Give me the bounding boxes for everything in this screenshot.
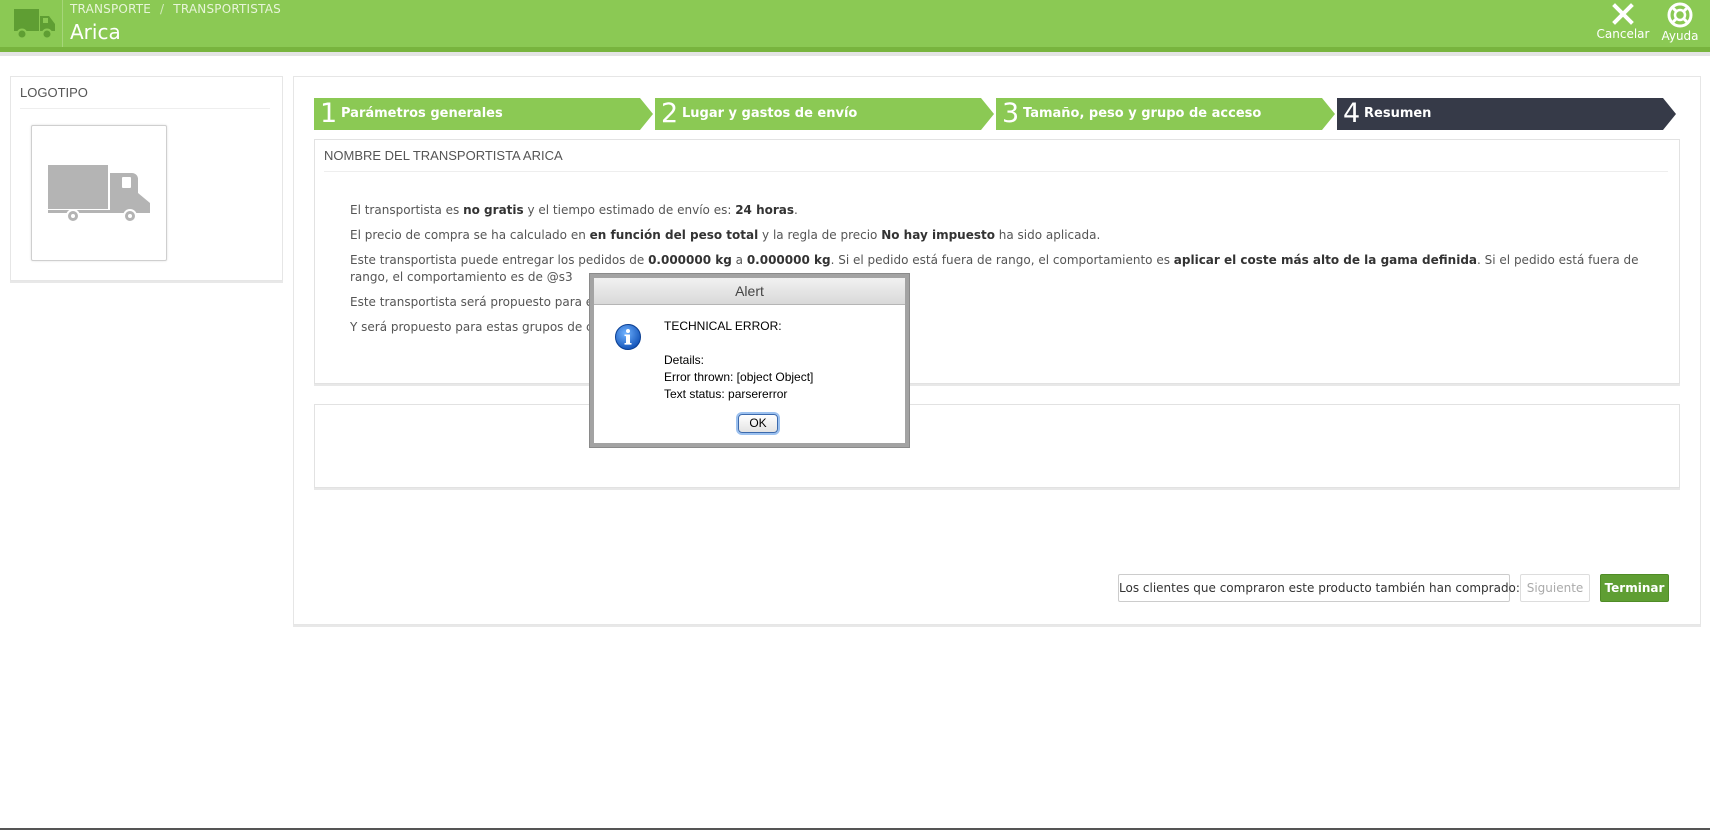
- alert-line: Text status: parsererror: [664, 387, 788, 401]
- truck-icon: [14, 9, 55, 40]
- carrier-status-box: [314, 404, 1680, 488]
- alert-line: Details:: [664, 353, 705, 367]
- logo-panel: LOGOTIPO: [10, 76, 283, 281]
- step-number: 3: [1002, 98, 1020, 129]
- step-number: 2: [661, 98, 679, 129]
- help-button[interactable]: Ayuda: [1655, 0, 1705, 47]
- cancel-button[interactable]: Cancelar: [1595, 0, 1651, 47]
- breadcrumb: TRANSPORTE / TRANSPORTISTAS: [70, 2, 281, 16]
- breadcrumb-item-transporte[interactable]: TRANSPORTE: [70, 2, 151, 16]
- header-bar: TRANSPORTE / TRANSPORTISTAS Arica Cancelar…: [0, 0, 1710, 47]
- step-label: Resumen: [1364, 106, 1432, 121]
- logo-panel-heading: LOGOTIPO: [20, 85, 270, 109]
- breadcrumb-separator: /: [160, 2, 165, 16]
- summary-range: Este transportista puede entregar los pe…: [350, 253, 1639, 284]
- alert-message: TECHNICAL ERROR: Details: Error thrown: …: [664, 318, 813, 403]
- step-number: 4: [1343, 98, 1361, 129]
- summary-text: El transportista es no gratis y el tiemp…: [350, 202, 1650, 344]
- header-divider: [62, 0, 63, 47]
- alert-line: TECHNICAL ERROR:: [664, 319, 782, 333]
- lifebuoy-icon: [1667, 2, 1693, 28]
- page-title: Arica: [70, 20, 121, 44]
- carrier-summary: NOMBRE DEL TRANSPORTISTA ARICA El transp…: [314, 139, 1680, 384]
- truck-icon: [48, 165, 150, 223]
- alert-line: Error thrown: [object Object]: [664, 370, 814, 384]
- previous-button[interactable]: Los clientes que compraron este producto…: [1118, 574, 1520, 602]
- summary-heading: NOMBRE DEL TRANSPORTISTA ARICA: [324, 148, 1668, 172]
- alert-title: Alert: [594, 278, 905, 305]
- step-number: 1: [320, 98, 338, 129]
- carrier-wizard-panel: 1 Parámetros generales 2 Lugar y gastos …: [293, 76, 1701, 625]
- breadcrumb-item-transportistas[interactable]: TRANSPORTISTAS: [173, 2, 281, 16]
- carrier-logo: [31, 125, 167, 261]
- wizard-step-4[interactable]: 4 Resumen: [1337, 98, 1677, 130]
- cancel-label: Cancelar: [1596, 27, 1650, 41]
- step-label: Tamaño, peso y grupo de acceso: [1023, 106, 1262, 121]
- next-button[interactable]: Siguiente: [1520, 574, 1590, 602]
- summary-free-shipping: El transportista es no gratis y el tiemp…: [350, 203, 798, 217]
- alert-line: [664, 335, 813, 352]
- alert-ok-button[interactable]: OK: [738, 414, 778, 433]
- wizard-step-1[interactable]: 1 Parámetros generales: [314, 98, 654, 130]
- step-label: Lugar y gastos de envío: [682, 106, 858, 121]
- info-icon: [615, 324, 641, 350]
- summary-groups: Y será propuesto para estas grupos de cl…: [350, 320, 612, 334]
- close-icon: [1612, 3, 1634, 25]
- summary-zones: Este transportista será propuesto para e…: [350, 295, 612, 309]
- finish-button[interactable]: Terminar: [1600, 574, 1669, 602]
- wizard-step-3[interactable]: 3 Tamaño, peso y grupo de acceso: [996, 98, 1336, 130]
- wizard-step-2[interactable]: 2 Lugar y gastos de envío: [655, 98, 995, 130]
- step-label: Parámetros generales: [341, 106, 503, 121]
- summary-billing: El precio de compra se ha calculado en e…: [350, 228, 1101, 242]
- header-shadow: [0, 52, 1710, 56]
- alert-dialog: Alert TECHNICAL ERROR: Details: Error th…: [590, 274, 909, 447]
- help-label: Ayuda: [1661, 29, 1699, 43]
